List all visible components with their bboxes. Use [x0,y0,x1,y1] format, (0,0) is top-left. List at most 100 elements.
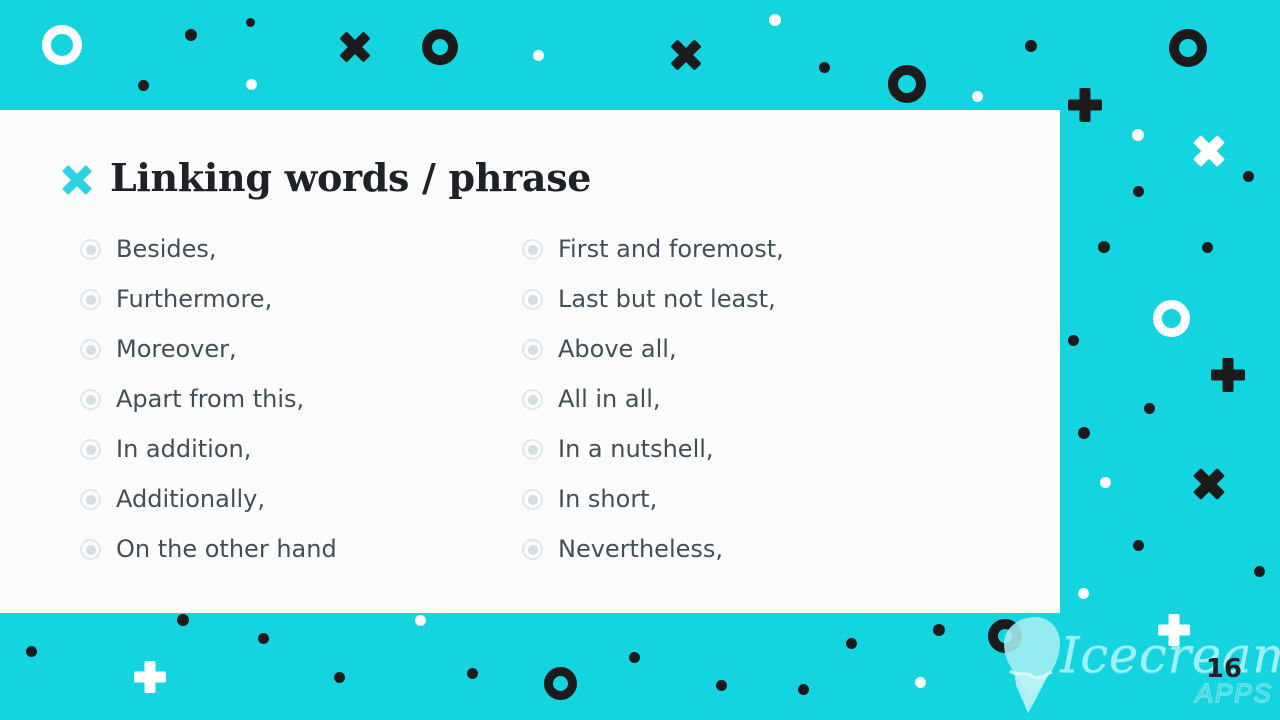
list-item[interactable]: Besides, [80,224,522,274]
cross-decoration-icon [1192,467,1226,501]
dot-decoration-icon [185,29,197,41]
cross-decoration-icon [1192,134,1226,168]
dot-decoration-icon [1132,129,1144,141]
list-item[interactable]: Nevertheless, [522,524,964,574]
dot-decoration-icon [1254,566,1265,577]
plus-decoration-icon [1068,88,1102,122]
dot-decoration-icon [1202,242,1213,253]
dot-decoration-icon [26,646,37,657]
ring-decoration-icon [422,29,458,65]
list-item[interactable]: On the other hand [80,524,522,574]
list-item[interactable]: Additionally, [80,474,522,524]
ice-cream-cone-icon [980,613,1072,718]
list-item-label: All in all, [558,384,661,413]
page-title: Linking words / phrase [110,155,592,200]
slide-canvas: Linking words / phrase Besides, Furtherm… [0,0,1280,720]
dot-decoration-icon [1098,241,1110,253]
list-item-label: In addition, [116,434,252,463]
radio-bullet-icon [522,439,543,461]
ring-decoration-icon [1153,300,1190,337]
list-item[interactable]: In a nutshell, [522,424,964,474]
title-row: Linking words / phrase [62,158,1020,198]
bullet-columns: Besides, Furthermore, Moreover, Apart fr… [62,224,1020,574]
dot-decoration-icon [1100,477,1111,488]
ring-decoration-icon [42,25,82,65]
dot-decoration-icon [933,624,945,636]
radio-bullet-icon [80,539,101,561]
list-item-label: Moreover, [116,334,237,363]
list-item-label: In short, [558,484,658,513]
list-item[interactable]: Last but not least, [522,274,964,324]
dot-decoration-icon [138,80,149,91]
radio-bullet-icon [80,439,101,461]
dot-decoration-icon [1068,335,1079,346]
radio-bullet-icon [522,239,543,261]
dot-decoration-icon [246,18,255,27]
radio-bullet-icon [80,239,101,261]
list-item-label: On the other hand [116,534,337,563]
radio-bullet-icon [80,389,101,411]
list-item-label: Apart from this, [116,384,305,413]
list-item-label: Furthermore, [116,284,273,313]
radio-bullet-icon [80,489,101,511]
x-cross-icon [62,165,92,195]
watermark-text: Icecream APPS [1060,626,1280,714]
dot-decoration-icon [972,91,983,102]
list-item-label: Last but not least, [558,284,776,313]
bullet-column-right: First and foremost, Last but not least, … [522,224,964,574]
plus-decoration-icon [1211,358,1245,392]
list-item[interactable]: Furthermore, [80,274,522,324]
dot-decoration-icon [915,677,926,688]
list-item-label: Besides, [116,234,217,263]
radio-bullet-icon [80,289,101,311]
list-item[interactable]: Apart from this, [80,374,522,424]
dot-decoration-icon [798,684,809,695]
radio-bullet-icon [522,539,543,561]
dot-decoration-icon [1144,403,1155,414]
bullet-column-left: Besides, Furthermore, Moreover, Apart fr… [80,224,522,574]
list-item[interactable]: All in all, [522,374,964,424]
dot-decoration-icon [819,62,830,73]
radio-bullet-icon [522,489,543,511]
list-item-label: First and foremost, [558,234,784,263]
list-item[interactable]: In addition, [80,424,522,474]
dot-decoration-icon [1133,540,1144,551]
card-inner: Linking words / phrase Besides, Furtherm… [0,110,1060,574]
ring-decoration-icon [988,619,1022,653]
radio-bullet-icon [522,289,543,311]
content-card: Linking words / phrase Besides, Furtherm… [0,110,1060,613]
watermark-brand: Icecream [1060,626,1280,684]
dot-decoration-icon [1078,588,1089,599]
radio-bullet-icon [522,389,543,411]
dot-decoration-icon [258,633,269,644]
list-item-label: Above all, [558,334,677,363]
bullet-list-right: First and foremost, Last but not least, … [522,224,964,574]
radio-bullet-icon [522,339,543,361]
dot-decoration-icon [1243,171,1254,182]
list-item[interactable]: Moreover, [80,324,522,374]
radio-bullet-icon [80,339,101,361]
plus-decoration-icon [1158,614,1190,646]
dot-decoration-icon [467,668,478,679]
dot-decoration-icon [334,672,345,683]
list-item[interactable]: First and foremost, [522,224,964,274]
list-item-label: Nevertheless, [558,534,724,563]
list-item-label: In a nutshell, [558,434,714,463]
dot-decoration-icon [415,615,426,626]
dot-decoration-icon [629,652,640,663]
dot-decoration-icon [716,680,727,691]
ring-decoration-icon [888,65,926,103]
page-number: 16 [1205,654,1242,684]
cross-decoration-icon [669,38,703,72]
ring-decoration-icon [544,667,577,700]
plus-decoration-icon [134,661,166,693]
list-item[interactable]: Above all, [522,324,964,374]
dot-decoration-icon [1078,427,1090,439]
list-item-label: Additionally, [116,484,265,513]
cross-decoration-icon [338,30,372,64]
dot-decoration-icon [1133,186,1144,197]
dot-decoration-icon [246,79,257,90]
dot-decoration-icon [769,14,781,26]
ring-decoration-icon [1169,29,1207,67]
list-item[interactable]: In short, [522,474,964,524]
